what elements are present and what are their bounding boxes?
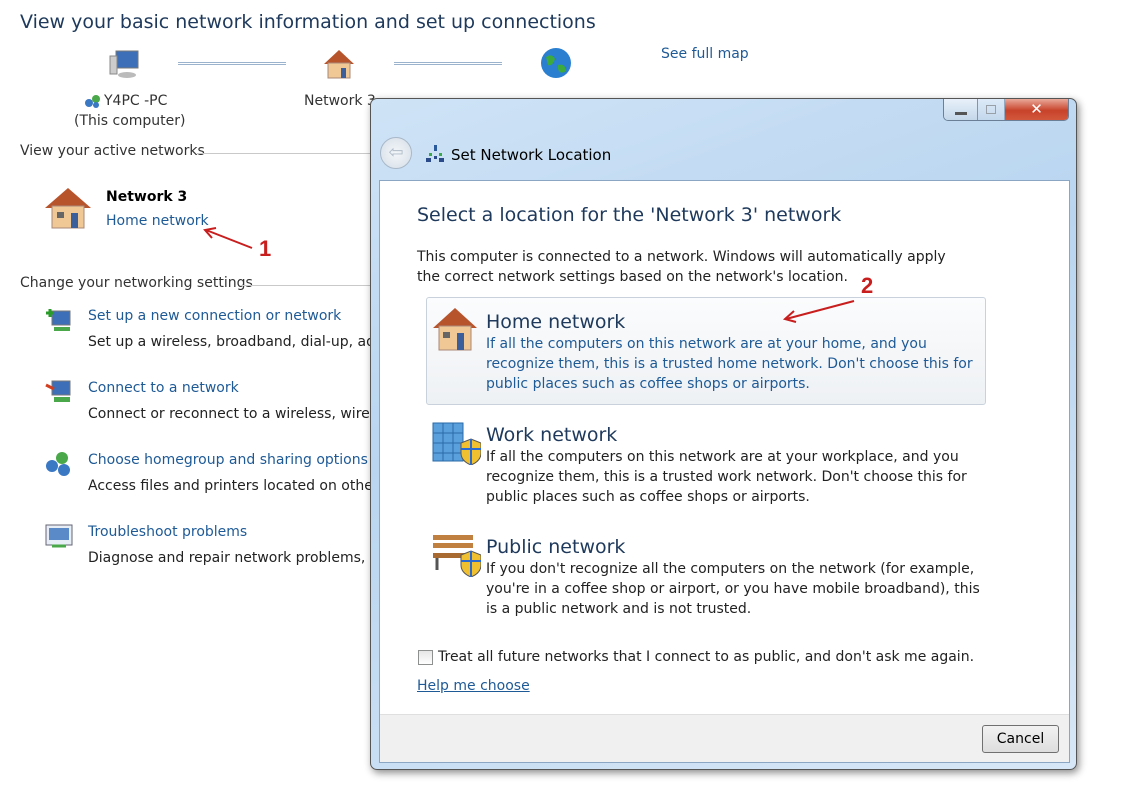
park-bench-icon — [433, 535, 481, 577]
minimize-button[interactable] — [944, 99, 978, 120]
dialog-content: Select a location for the 'Network 3' ne… — [379, 180, 1070, 763]
dialog-intro: This computer is connected to a network.… — [417, 249, 946, 285]
settings-header: Change your networking settings — [20, 275, 253, 291]
help-me-choose-link[interactable]: Help me choose — [417, 678, 530, 694]
map-connector — [178, 62, 286, 65]
computer-name: Y4PC -PC — [104, 93, 168, 109]
cancel-button[interactable]: Cancel — [982, 725, 1059, 753]
settings-item-desc: Connect or reconnect to a wireless, wire… — [88, 406, 397, 422]
close-button[interactable]: ✕ — [1005, 99, 1068, 120]
option-title: Public network — [486, 536, 626, 558]
treat-public-label[interactable]: Treat all future networks that I connect… — [438, 649, 974, 665]
settings-item-title[interactable]: Connect to a network — [88, 380, 239, 396]
new-connection-icon — [46, 309, 71, 331]
option-title: Home network — [486, 311, 626, 333]
option-desc: If you don't recognize all the computers… — [486, 561, 980, 617]
divider — [197, 153, 377, 154]
settings-item-title[interactable]: Set up a new connection or network — [88, 308, 341, 324]
dialog-footer: Cancel — [380, 714, 1069, 762]
homegroup-icon — [46, 452, 70, 476]
active-networks-header: View your active networks — [20, 143, 205, 159]
internet-globe-icon — [541, 48, 571, 78]
map-connector — [394, 62, 502, 65]
map-network-name: Network 3 — [304, 93, 376, 109]
home-network-icon — [45, 188, 91, 229]
annotation-arrow — [203, 227, 253, 249]
option-public[interactable]: Public network If you don't recognize al… — [486, 535, 986, 619]
settings-item-desc: Diagnose and repair network problems, or — [88, 550, 385, 566]
home-network-icon — [324, 50, 354, 79]
settings-item-desc: Access files and printers located on oth… — [88, 478, 392, 494]
network-workgroup-icon — [85, 95, 100, 108]
dialog-heading: Select a location for the 'Network 3' ne… — [417, 204, 842, 226]
option-desc: If all the computers on this network are… — [486, 336, 973, 392]
settings-item-title[interactable]: Troubleshoot problems — [88, 524, 247, 540]
network-location-icon — [426, 145, 444, 162]
option-home[interactable]: Home network If all the computers on thi… — [486, 310, 976, 394]
work-building-icon — [432, 422, 481, 465]
active-network-name: Network 3 — [106, 189, 188, 205]
window-controls: ✕ — [943, 99, 1069, 121]
back-button[interactable]: ⇦ — [380, 137, 412, 169]
computer-icon — [109, 50, 139, 78]
set-network-location-dialog: ✕ ⇦ Set Network Location Select a locati… — [370, 98, 1077, 770]
troubleshoot-icon — [45, 524, 73, 548]
settings-item-title[interactable]: Choose homegroup and sharing options — [88, 452, 368, 468]
settings-item-desc: Set up a wireless, broadband, dial-up, a… — [88, 334, 389, 350]
computer-sub: (This computer) — [74, 113, 186, 129]
option-desc: If all the computers on this network are… — [486, 449, 967, 505]
close-icon: ✕ — [1030, 100, 1043, 118]
option-title: Work network — [486, 424, 618, 446]
maximize-button[interactable] — [978, 99, 1005, 120]
page-title: View your basic network information and … — [20, 11, 596, 33]
option-work[interactable]: Work network If all the computers on thi… — [486, 423, 976, 507]
dialog-title: Set Network Location — [451, 146, 612, 164]
back-arrow-icon: ⇦ — [388, 142, 404, 163]
network-type-link[interactable]: Home network — [106, 213, 209, 229]
annotation-1: 1 — [259, 236, 272, 261]
see-full-map-link[interactable]: See full map — [661, 46, 749, 62]
annotation-arrow — [782, 300, 855, 323]
divider — [242, 285, 377, 286]
home-icon — [433, 308, 477, 351]
annotation-2: 2 — [861, 273, 874, 298]
treat-public-checkbox[interactable] — [418, 650, 433, 665]
connect-network-icon — [45, 380, 71, 402]
